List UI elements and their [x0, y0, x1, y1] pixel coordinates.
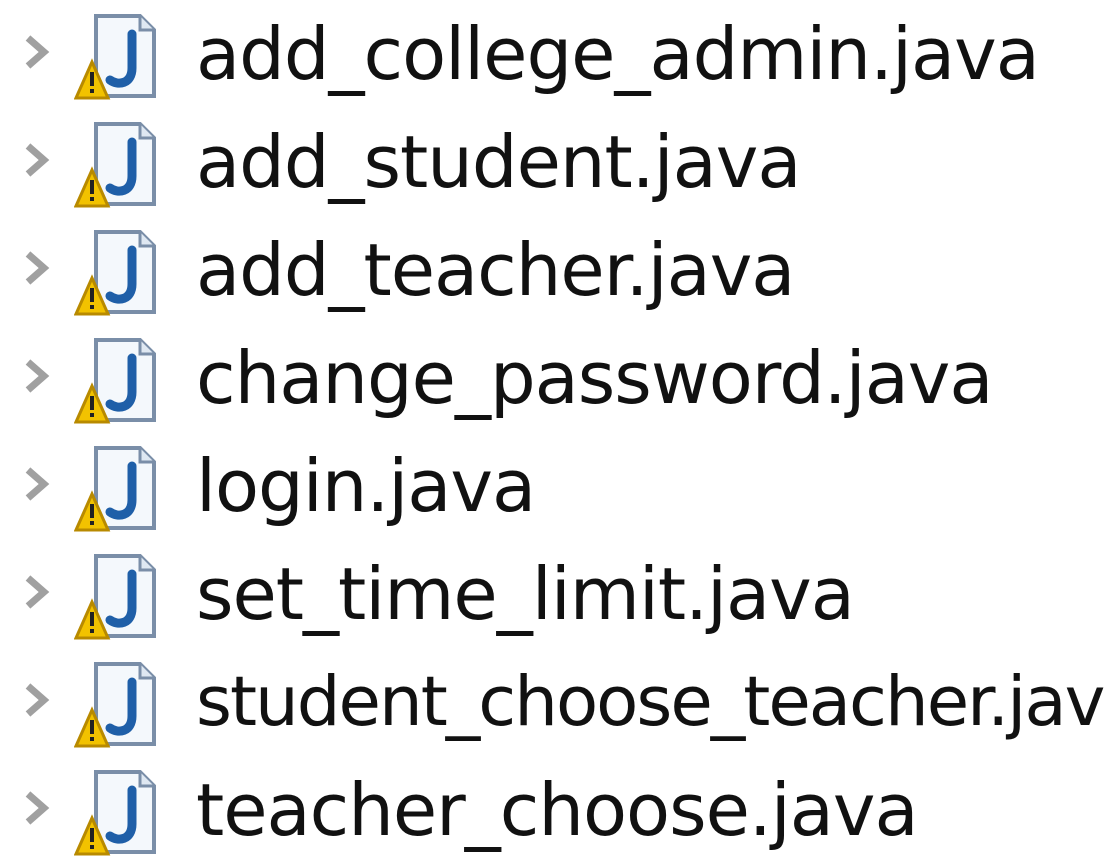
- java-file-warning-icon: [74, 338, 156, 424]
- chevron-right-icon[interactable]: [22, 788, 52, 828]
- tree-item-label[interactable]: add_college_admin.java: [196, 4, 1040, 104]
- tree-item-label[interactable]: add_teacher.java: [196, 220, 795, 320]
- java-file-warning-icon: [74, 446, 156, 532]
- tree-item-label[interactable]: login.java: [196, 436, 536, 536]
- tree-item[interactable]: add_college_admin.java: [0, 4, 1104, 104]
- chevron-right-icon[interactable]: [22, 572, 52, 612]
- tree-item[interactable]: add_student.java: [0, 112, 1104, 212]
- chevron-right-icon[interactable]: [22, 32, 52, 72]
- tree-item-label[interactable]: add_student.java: [196, 112, 802, 212]
- java-file-warning-icon: [74, 230, 156, 316]
- java-file-warning-icon: [74, 662, 156, 748]
- java-file-warning-icon: [74, 554, 156, 640]
- tree-item[interactable]: set_time_limit.java: [0, 544, 1104, 644]
- chevron-right-icon[interactable]: [22, 464, 52, 504]
- tree-item[interactable]: student_choose_teacher.java: [0, 652, 1104, 752]
- file-tree: add_college_admin.java add_student.java: [0, 0, 1104, 861]
- java-file-warning-icon: [74, 14, 156, 100]
- tree-item[interactable]: add_teacher.java: [0, 220, 1104, 320]
- chevron-right-icon[interactable]: [22, 248, 52, 288]
- chevron-right-icon[interactable]: [22, 356, 52, 396]
- tree-item[interactable]: teacher_choose.java: [0, 760, 1104, 860]
- chevron-right-icon[interactable]: [22, 140, 52, 180]
- java-file-warning-icon: [74, 122, 156, 208]
- tree-item[interactable]: change_password.java: [0, 328, 1104, 428]
- tree-item-label[interactable]: teacher_choose.java: [196, 760, 919, 860]
- tree-item-label[interactable]: change_password.java: [196, 328, 994, 428]
- java-file-warning-icon: [74, 770, 156, 856]
- tree-item-label[interactable]: set_time_limit.java: [196, 544, 855, 644]
- chevron-right-icon[interactable]: [22, 680, 52, 720]
- tree-item[interactable]: login.java: [0, 436, 1104, 536]
- tree-item-label[interactable]: student_choose_teacher.java: [196, 652, 1104, 752]
